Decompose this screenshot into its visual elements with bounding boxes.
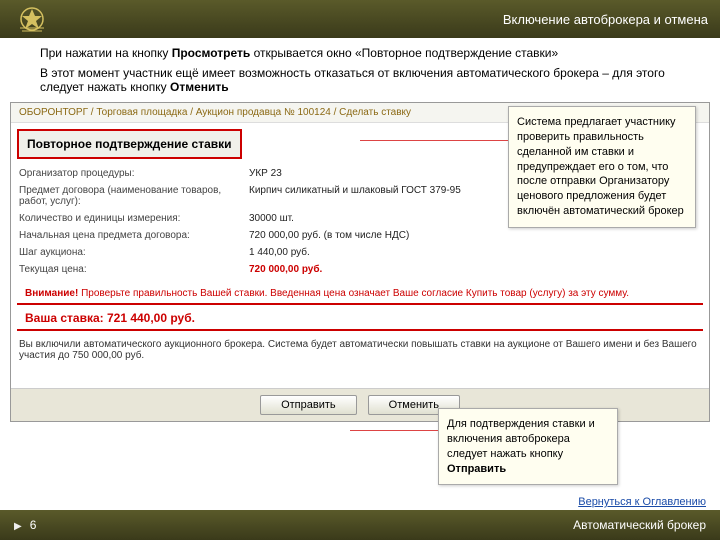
slide-footer: ▶6 Автоматический брокер [0,510,720,540]
logo-emblem [12,4,52,34]
text-bold: Отправить [447,463,506,475]
field-label: Текущая цена: [19,264,249,275]
bid-row: Ваша ставка: 721 440,00 руб. [17,307,703,331]
field-value: УКР 23 [249,168,282,179]
page-number: 6 [30,518,37,532]
bid-value: 721 440,00 руб. [107,311,195,325]
callout-text: Система предлагает участнику проверить п… [517,116,684,217]
callout-info-1: Система предлагает участнику проверить п… [508,106,696,228]
text: Проверьте правильность Вашей ставки. Вве… [78,288,629,299]
text: открывается окно «Повторное подтверждени… [250,46,558,60]
field-label: Начальная цена предмета договора: [19,230,249,241]
field-row: Текущая цена:720 000,00 руб. [19,261,701,278]
field-value: Кирпич силикатный и шлаковый ГОСТ 379-95 [249,185,461,207]
return-to-toc-link[interactable]: Вернуться к Оглавлению [578,496,706,508]
field-label: Организатор процедуры: [19,168,249,179]
field-value-current-price: 720 000,00 руб. [249,264,322,275]
paragraph-1: При нажатии на кнопку Просмотреть открыв… [40,46,680,60]
callout-info-2: Для подтверждения ставки и включения авт… [438,408,618,485]
callout-text: Для подтверждения ставки и включения авт… [447,418,595,460]
warning-text: Внимание! Проверьте правильность Вашей с… [17,284,703,305]
bid-label: Ваша ставка: [25,311,107,325]
text-bold: Просмотреть [172,46,251,60]
field-row: Начальная цена предмета договора:720 000… [19,227,701,244]
autobroker-note: Вы включили автоматического аукционного … [11,335,709,365]
field-label: Количество и единицы измерения: [19,213,249,224]
paragraph-2: В этот момент участник ещё имеет возможн… [40,66,680,94]
connector-line [350,430,440,431]
text-bold: Внимание! [25,288,78,299]
footer-left: ▶6 [14,518,36,532]
slide-body: При нажатии на кнопку Просмотреть открыв… [0,38,720,102]
text: В этот момент участник ещё имеет возможн… [40,66,665,94]
connector-line [360,140,520,141]
send-button[interactable]: Отправить [260,395,357,415]
slide-title: Включение автоброкера и отмена [503,12,708,27]
field-value: 30000 шт. [249,213,294,224]
section-title: Повторное подтверждение ставки [17,129,242,159]
triangle-icon: ▶ [14,521,22,532]
slide-header: Включение автоброкера и отмена [0,0,720,38]
field-value: 1 440,00 руб. [249,247,310,258]
text: При нажатии на кнопку [40,46,172,60]
footer-title: Автоматический брокер [573,518,706,532]
field-row: Шаг аукциона:1 440,00 руб. [19,244,701,261]
text-bold: Отменить [170,80,229,94]
field-label: Предмет договора (наименование товаров, … [19,185,249,207]
field-value: 720 000,00 руб. (в том числе НДС) [249,230,409,241]
field-label: Шаг аукциона: [19,247,249,258]
